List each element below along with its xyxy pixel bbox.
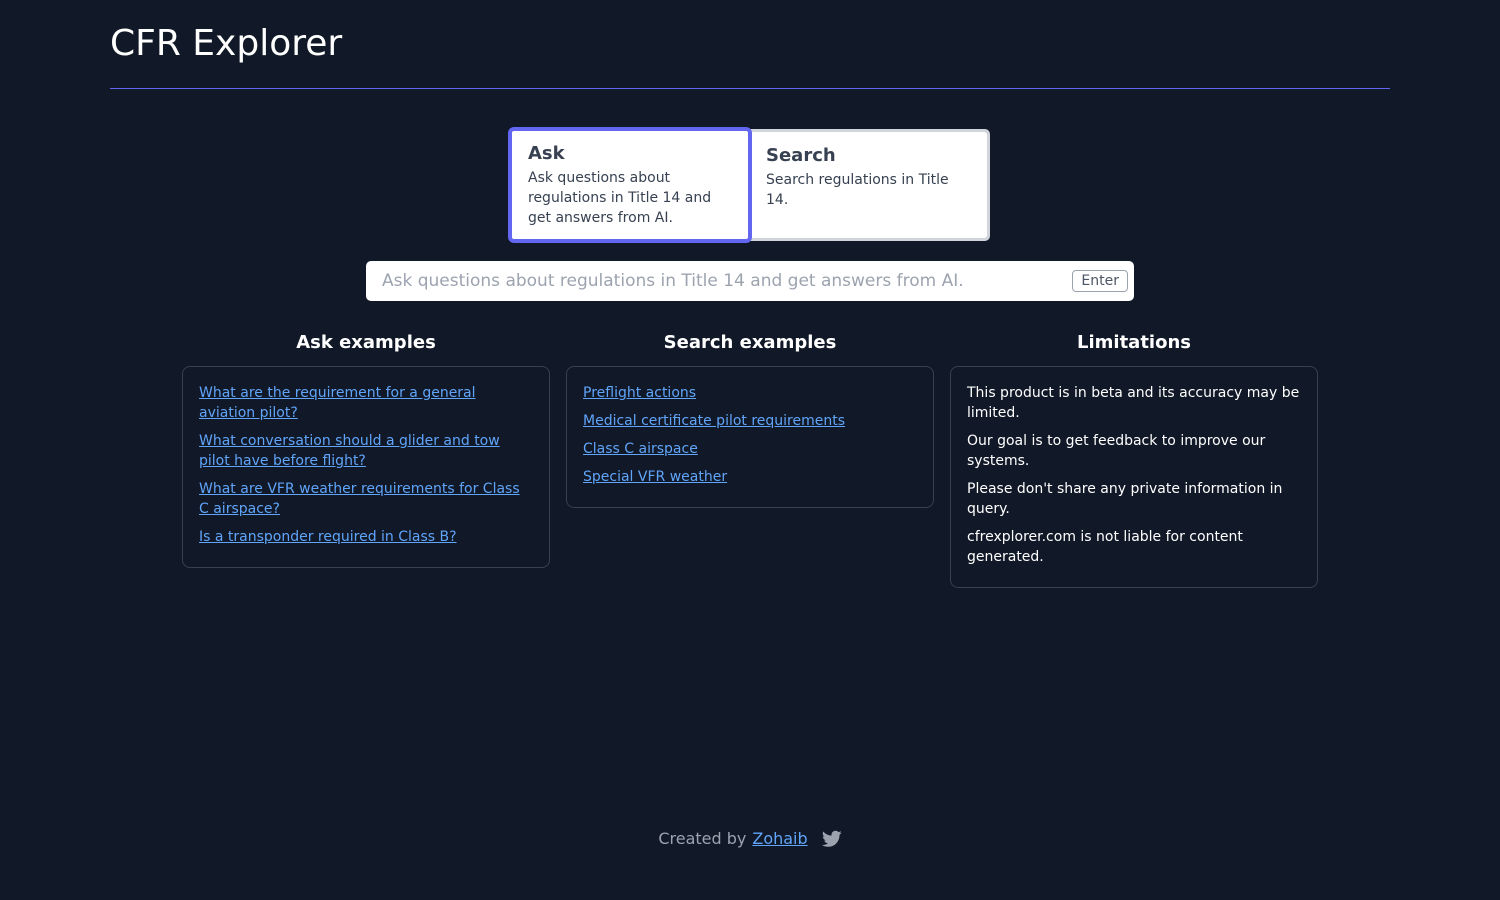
examples-section: Ask examples What are the requirement fo… bbox=[182, 330, 1318, 588]
query-bar: Enter bbox=[366, 261, 1134, 301]
mode-tab-title: Ask bbox=[528, 143, 565, 164]
search-example-link[interactable]: Medical certificate pilot requirements bbox=[583, 411, 917, 431]
limitations-column: Limitations This product is in beta and … bbox=[950, 330, 1318, 588]
limitation-text: This product is in beta and its accuracy… bbox=[967, 385, 1300, 421]
query-input[interactable] bbox=[382, 271, 1073, 291]
ask-example-link[interactable]: What are the requirement for a general a… bbox=[199, 383, 533, 423]
ask-example-link[interactable]: Is a transponder required in Class B? bbox=[199, 527, 533, 547]
search-examples-card: Preflight actions Medical certificate pi… bbox=[566, 366, 934, 508]
mode-tab-search[interactable]: Search Search regulations in Title 14. bbox=[749, 132, 987, 238]
search-example-link[interactable]: Preflight actions bbox=[583, 383, 917, 403]
ask-example-link[interactable]: What conversation should a glider and to… bbox=[199, 431, 533, 471]
author-link[interactable]: Zohaib bbox=[752, 826, 807, 852]
limitations-heading: Limitations bbox=[1077, 332, 1191, 353]
ask-examples-heading: Ask examples bbox=[296, 332, 436, 353]
search-example-link[interactable]: Special VFR weather bbox=[583, 467, 917, 487]
search-examples-column: Search examples Preflight actions Medica… bbox=[566, 330, 934, 508]
search-example-link[interactable]: Class C airspace bbox=[583, 439, 917, 459]
ask-examples-column: Ask examples What are the requirement fo… bbox=[182, 330, 550, 568]
limitation-text: cfrexplorer.com is not liable for conten… bbox=[967, 529, 1243, 565]
enter-button[interactable]: Enter bbox=[1072, 270, 1128, 292]
mode-tab-description: Search regulations in Title 14. bbox=[766, 172, 949, 208]
search-examples-heading: Search examples bbox=[663, 332, 837, 353]
footer: Created by Zohaib bbox=[0, 826, 1500, 852]
mode-tab-title: Search bbox=[766, 145, 836, 166]
limitation-text: Please don't share any private informati… bbox=[967, 481, 1283, 517]
header: CFR Explorer bbox=[110, 0, 1390, 89]
limitations-card: This product is in beta and its accuracy… bbox=[950, 366, 1318, 588]
mode-tab-description: Ask questions about regulations in Title… bbox=[528, 170, 712, 226]
app-title: CFR Explorer bbox=[110, 23, 343, 64]
footer-prefix: Created by bbox=[658, 829, 747, 848]
limitation-text: Our goal is to get feedback to improve o… bbox=[967, 433, 1266, 469]
mode-tab-ask[interactable]: Ask Ask questions about regulations in T… bbox=[508, 127, 752, 243]
mode-selector: Ask Ask questions about regulations in T… bbox=[508, 127, 990, 243]
ask-examples-card: What are the requirement for a general a… bbox=[182, 366, 550, 568]
twitter-icon[interactable] bbox=[821, 830, 842, 848]
ask-example-link[interactable]: What are VFR weather requirements for Cl… bbox=[199, 479, 533, 519]
